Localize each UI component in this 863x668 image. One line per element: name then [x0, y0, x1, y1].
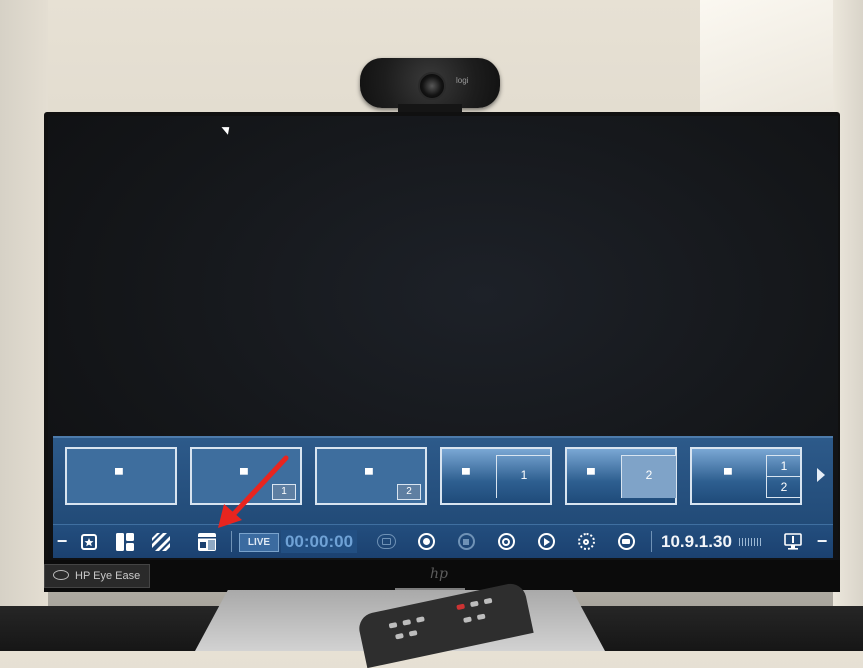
layout-thumbnail-triple[interactable]: ▀ 1 2	[690, 447, 802, 505]
split-cell-number: 2	[645, 468, 653, 482]
remote-button	[469, 600, 479, 608]
monitor-icon: ▀	[724, 469, 732, 481]
monitor-icon: ▀	[115, 469, 123, 481]
room-wall-left	[0, 0, 48, 651]
toolbar-divider	[231, 531, 232, 552]
layout-thumbnail-split-2[interactable]: ▀ 2	[565, 447, 677, 505]
play-button[interactable]	[535, 529, 557, 554]
star-frame-icon	[81, 533, 97, 550]
recording-timer: 00:00:00	[281, 530, 357, 553]
stop-icon	[457, 533, 475, 550]
gear-icon	[577, 533, 595, 550]
monitor-icon: ▀	[462, 469, 470, 481]
eye-ease-label: HP Eye Ease	[75, 570, 141, 582]
remote-button	[483, 597, 493, 605]
next-arrow-icon[interactable]	[817, 468, 825, 482]
webcam-lens	[418, 72, 446, 100]
split-cell-number: 1	[520, 468, 528, 482]
annotation-arrow-icon	[218, 455, 289, 528]
stripes-icon	[152, 532, 170, 551]
toolbar-divider	[651, 531, 652, 552]
display-select-button[interactable]	[781, 529, 805, 554]
remote-button	[402, 619, 412, 626]
video-camera-icon	[617, 533, 635, 550]
layout-thumbnail-single[interactable]: ▀	[65, 447, 177, 505]
layout-window-icon	[198, 532, 216, 551]
video-button[interactable]	[615, 529, 637, 554]
layout-thumbnail-single-2[interactable]: ▀ 2	[315, 447, 427, 505]
layout-thumbnail-split-1[interactable]: ▀ 1	[440, 447, 552, 505]
layout-thumbnail-strip: ▀ ▀ 1 ▀ 2 ▀ 1 ▀ 2 ▀ 1 2	[53, 436, 833, 524]
snapshot-button[interactable]	[495, 529, 517, 554]
thumbnail-tag: 2	[397, 484, 421, 500]
favorite-layout-button[interactable]	[77, 529, 101, 554]
ip-address: 10.9.1.30	[661, 532, 732, 551]
triple-cell-number-1: 1	[780, 459, 788, 473]
layout-select-button[interactable]	[113, 529, 137, 554]
remote-button	[388, 622, 398, 629]
remote-button	[463, 616, 472, 623]
webcam-brand: logi	[456, 76, 469, 85]
remote-button	[456, 603, 466, 611]
settings-button[interactable]	[575, 529, 597, 554]
control-toolbar: − LIVE 00:00:00 10.9.1.30 −	[53, 524, 833, 558]
eye-icon	[53, 570, 69, 580]
live-badge: LIVE	[239, 533, 279, 552]
remote-button	[476, 613, 486, 621]
camera-icon	[376, 534, 396, 549]
play-icon	[537, 533, 555, 550]
stop-button[interactable]	[455, 529, 477, 554]
remote-button	[408, 630, 418, 637]
camera-input-button[interactable]	[375, 529, 397, 554]
aperture-icon	[497, 533, 515, 550]
monitor-icon: ▀	[587, 469, 595, 481]
background-pattern-button[interactable]	[149, 529, 173, 554]
record-button[interactable]	[415, 529, 437, 554]
monitor-1-icon	[784, 532, 802, 550]
record-icon	[417, 533, 435, 550]
hp-logo: hp	[430, 566, 448, 582]
webcam: logi	[360, 58, 500, 120]
triple-cell-number-2: 2	[780, 480, 788, 494]
layout-grid-icon	[116, 532, 134, 551]
remote-button	[395, 632, 404, 640]
collapse-right-button[interactable]: −	[815, 529, 829, 554]
monitor-icon: ▀	[365, 469, 373, 481]
screen-layout-button[interactable]	[195, 529, 219, 554]
collapse-left-button[interactable]: −	[55, 529, 69, 554]
signal-strength-icon	[739, 538, 761, 546]
eye-ease-badge: HP Eye Ease	[44, 564, 150, 588]
remote-button	[415, 616, 425, 623]
